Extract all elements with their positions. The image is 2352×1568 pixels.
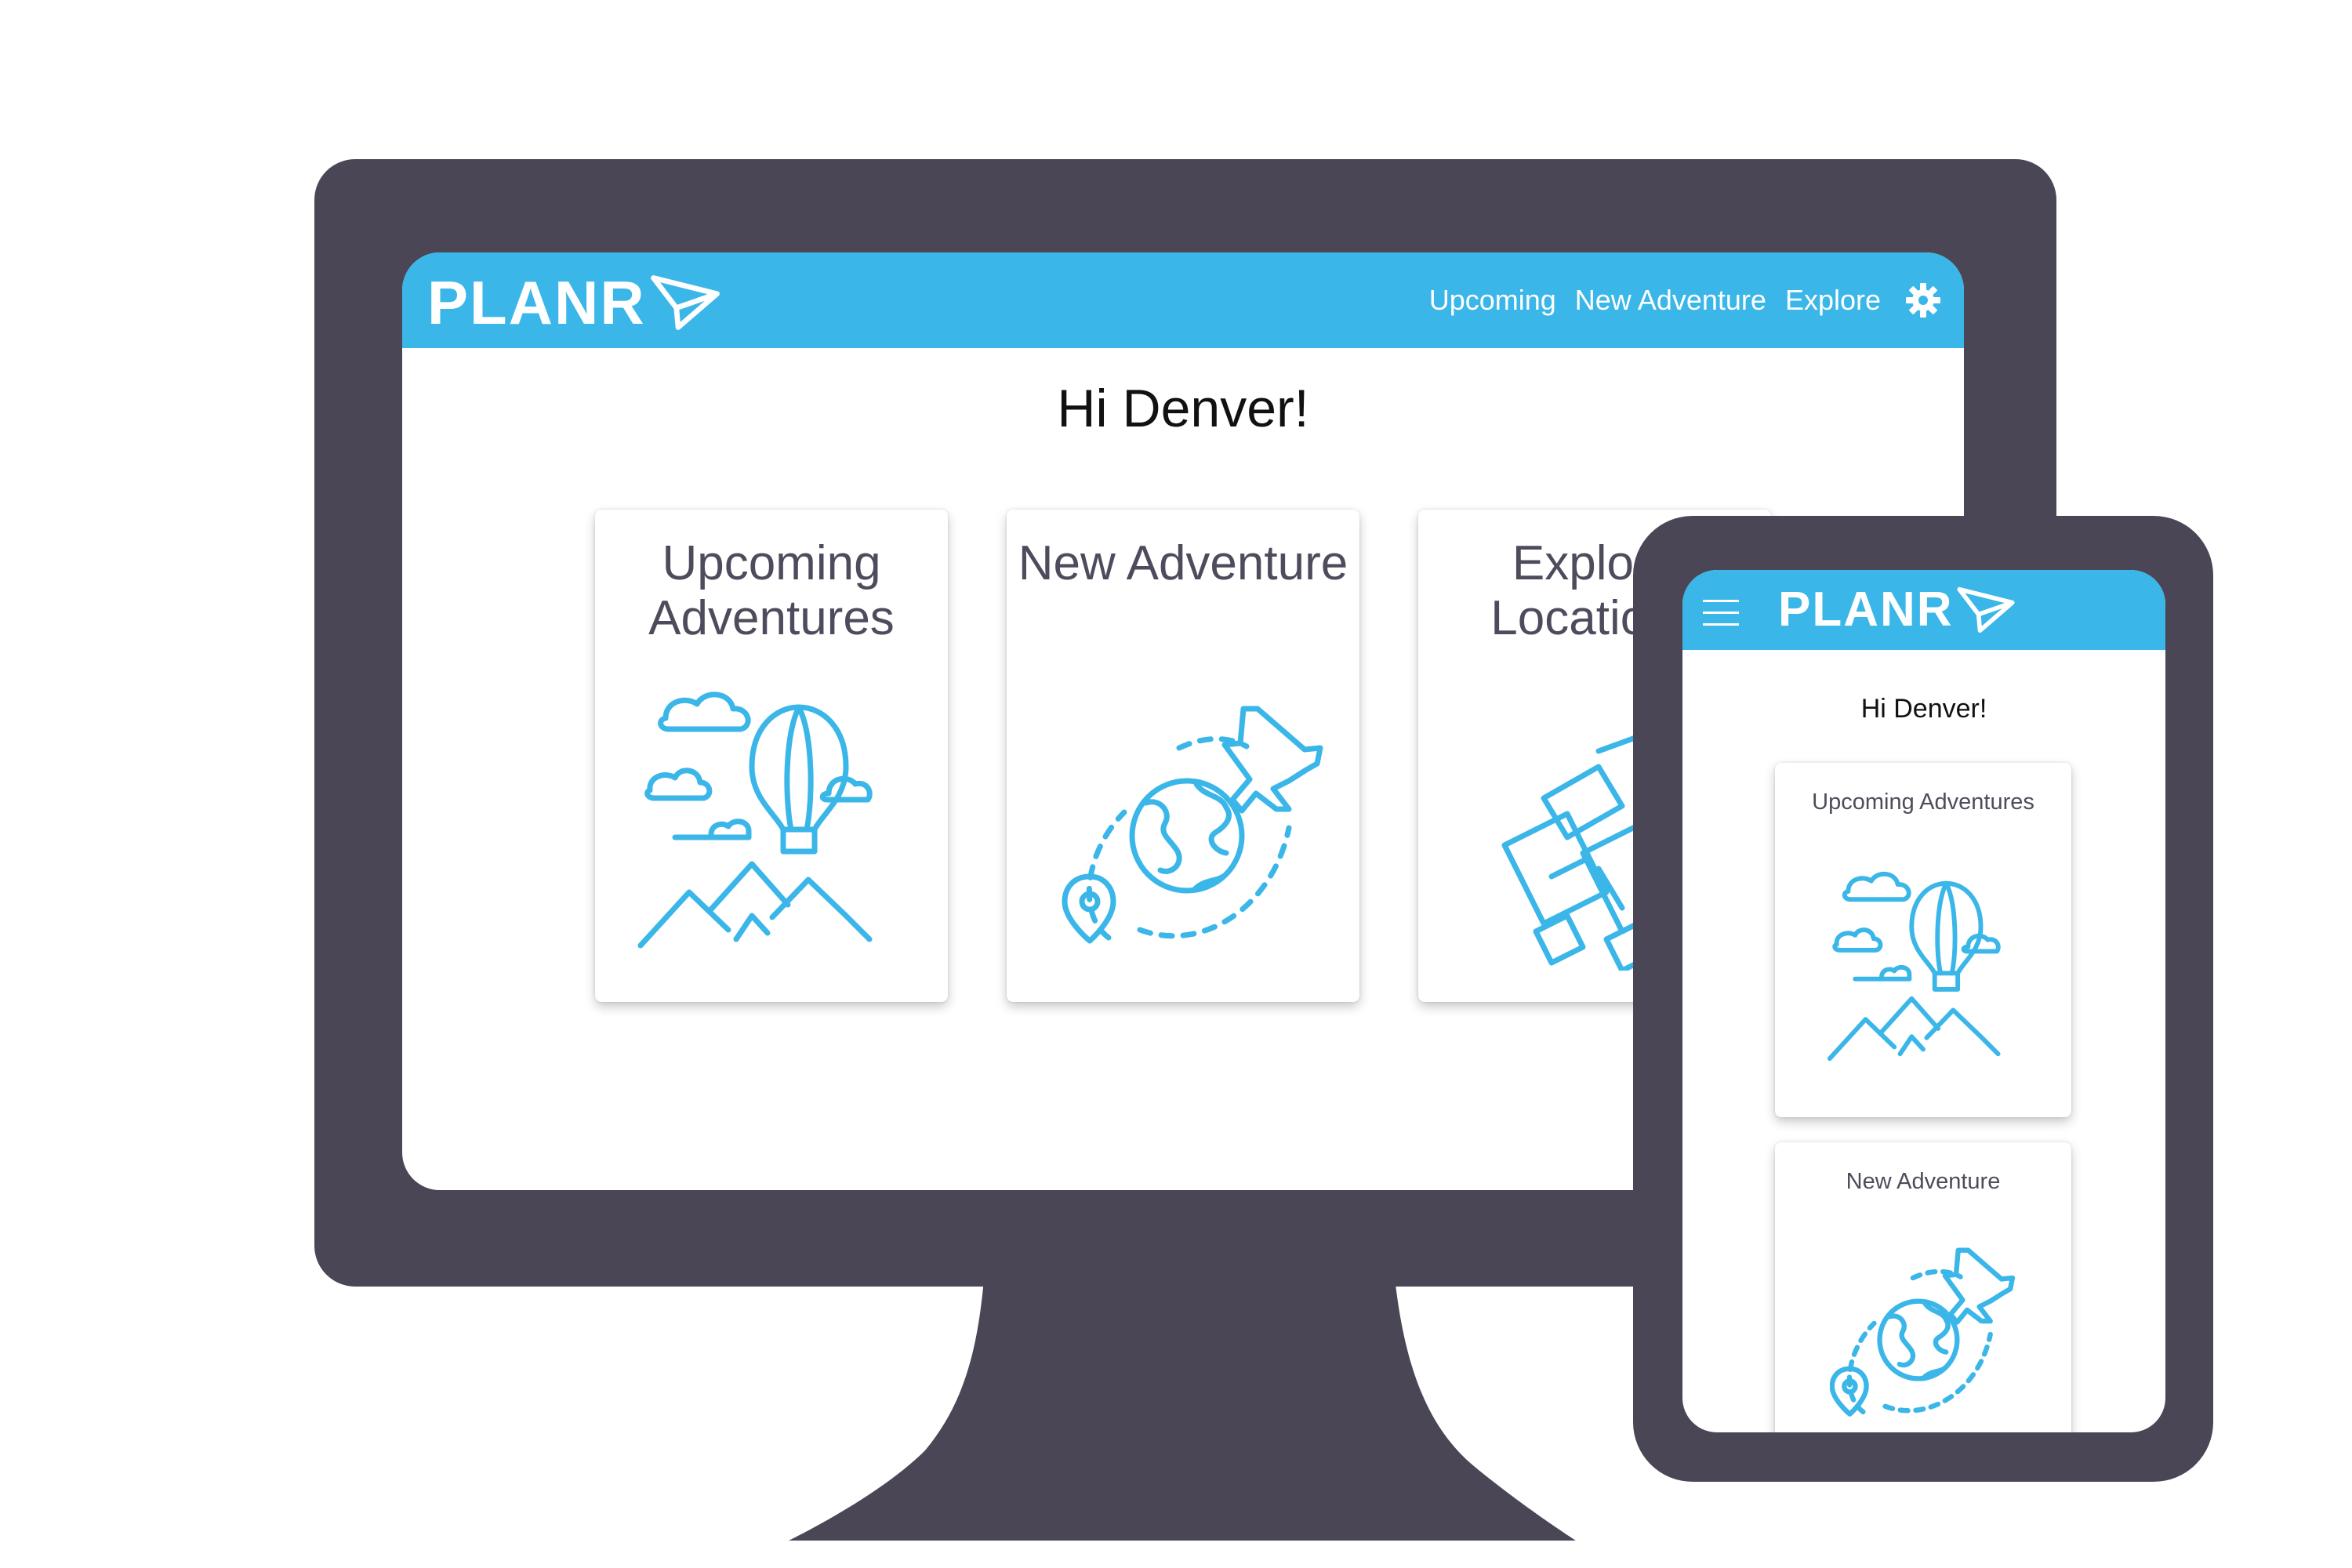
nav-link-new-adventure[interactable]: New Adventure (1575, 284, 1766, 317)
globe-plane-icon (1062, 702, 1328, 953)
mobile-screen: PLANR Hi Denver! Upcoming Adventures New… (1682, 570, 2165, 1432)
card-title: New Adventure (1018, 536, 1348, 590)
logo-text: PLANR (427, 268, 646, 337)
mobile-greeting: Hi Denver! (1860, 694, 1987, 724)
mobile-card-upcoming-adventures[interactable]: Upcoming Adventures (1775, 763, 2071, 1117)
mobile-nav-bar: PLANR (1682, 570, 2165, 650)
paper-plane-logo-icon (649, 274, 721, 331)
hot-air-balloon-icon (1825, 863, 2021, 1072)
card-title: New Adventure (1846, 1169, 2001, 1194)
mobile-card-new-adventure[interactable]: New Adventure (1775, 1142, 2071, 1432)
paper-plane-logo-icon (1956, 586, 2016, 633)
desktop-nav-links: Upcoming New Adventure Explore (1429, 252, 1942, 348)
hamburger-menu-icon[interactable] (1703, 600, 1739, 626)
card-title: Upcoming Adventures (1812, 789, 2034, 815)
desktop-logo[interactable]: PLANR (427, 271, 721, 334)
globe-plane-icon (1830, 1246, 2018, 1423)
desktop-greeting: Hi Denver! (1057, 379, 1309, 438)
logo-text: PLANR (1778, 583, 1954, 637)
desktop-nav-bar: PLANR Upcoming New Adventure Explore (402, 252, 1964, 348)
nav-link-upcoming[interactable]: Upcoming (1429, 284, 1556, 317)
card-title: Upcoming Adventures (648, 536, 895, 645)
gear-icon[interactable] (1904, 281, 1942, 319)
nav-link-explore[interactable]: Explore (1785, 284, 1881, 317)
desktop-card-new-adventure[interactable]: New Adventure (1007, 510, 1359, 1002)
mobile-logo[interactable]: PLANR (1778, 584, 2016, 636)
desktop-card-upcoming-adventures[interactable]: Upcoming Adventures (595, 510, 948, 1002)
hot-air-balloon-icon (634, 681, 901, 963)
